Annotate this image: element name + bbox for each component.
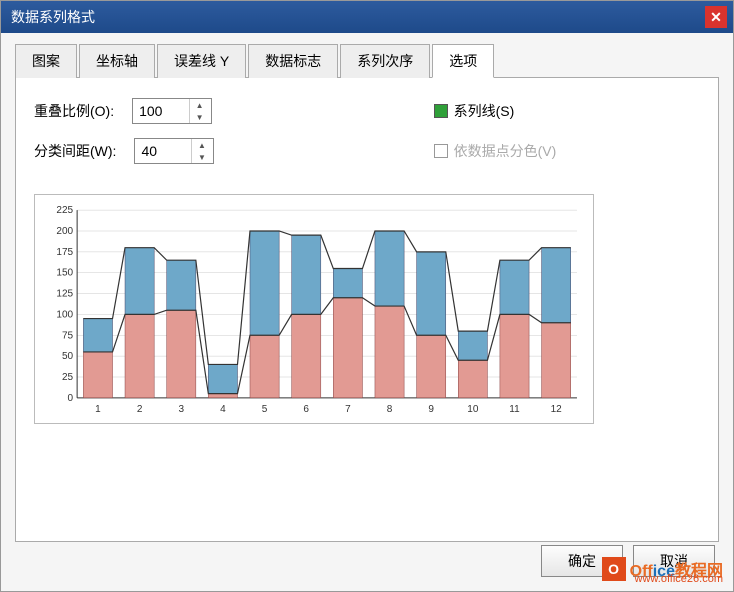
spinner-arrows: ▲ ▼ — [189, 99, 209, 123]
svg-text:2: 2 — [137, 404, 143, 415]
svg-text:25: 25 — [62, 372, 74, 383]
tab-pattern[interactable]: 图案 — [15, 44, 77, 78]
svg-text:50: 50 — [62, 351, 74, 362]
svg-text:75: 75 — [62, 330, 74, 341]
svg-text:7: 7 — [345, 404, 351, 415]
svg-text:125: 125 — [56, 289, 73, 300]
ok-button[interactable]: 确定 — [541, 545, 623, 577]
dialog-buttons: 确定 取消 — [541, 545, 715, 577]
overlap-label: 重叠比例(O): — [34, 101, 114, 121]
tab-axis[interactable]: 坐标轴 — [79, 44, 155, 78]
svg-text:175: 175 — [56, 247, 73, 258]
tab-series-order[interactable]: 系列次序 — [340, 44, 430, 78]
gap-down[interactable]: ▼ — [192, 151, 211, 163]
overlap-down[interactable]: ▼ — [190, 111, 209, 123]
vary-color-label: 依数据点分色(V) — [454, 141, 557, 161]
svg-text:6: 6 — [303, 404, 309, 415]
series-line-label: 系列线(S) — [454, 101, 515, 121]
vary-color-checkbox: 依数据点分色(V) — [434, 141, 557, 161]
gap-spinner[interactable]: ▲ ▼ — [134, 138, 214, 164]
series-line-checkbox[interactable]: 系列线(S) — [434, 101, 515, 121]
options-panel: 重叠比例(O): ▲ ▼ 系列线(S) — [15, 78, 719, 542]
cancel-button[interactable]: 取消 — [633, 545, 715, 577]
svg-text:1: 1 — [95, 404, 101, 415]
svg-text:0: 0 — [68, 393, 74, 404]
overlap-row: 重叠比例(O): ▲ ▼ 系列线(S) — [34, 98, 700, 124]
svg-text:100: 100 — [56, 309, 73, 320]
vary-color-box — [434, 144, 448, 158]
spinner-arrows: ▲ ▼ — [191, 139, 211, 163]
chart-svg: 0255075100125150175200225123456789101112 — [43, 201, 585, 419]
svg-text:150: 150 — [56, 268, 73, 279]
close-button[interactable]: ✕ — [705, 6, 727, 28]
tab-data-labels[interactable]: 数据标志 — [248, 44, 338, 78]
tab-options[interactable]: 选项 — [432, 44, 494, 78]
svg-text:200: 200 — [56, 226, 73, 237]
svg-text:8: 8 — [387, 404, 393, 415]
close-icon: ✕ — [710, 9, 722, 26]
gap-input[interactable] — [135, 141, 191, 161]
svg-text:225: 225 — [56, 205, 73, 216]
series-line-swatch — [434, 104, 448, 118]
gap-label: 分类间距(W): — [34, 141, 116, 161]
window-title: 数据系列格式 — [11, 7, 95, 27]
svg-text:3: 3 — [178, 404, 184, 415]
gap-row: 分类间距(W): ▲ ▼ 依数据点分色(V) — [34, 138, 700, 164]
tab-error-bars-y[interactable]: 误差线 Y — [157, 44, 246, 78]
content-area: 图案 坐标轴 误差线 Y 数据标志 系列次序 选项 重叠比例(O): ▲ ▼ — [1, 33, 733, 591]
titlebar: 数据系列格式 ✕ — [1, 1, 733, 33]
overlap-up[interactable]: ▲ — [190, 99, 209, 111]
overlap-spinner[interactable]: ▲ ▼ — [132, 98, 212, 124]
svg-text:11: 11 — [509, 404, 520, 415]
tab-strip: 图案 坐标轴 误差线 Y 数据标志 系列次序 选项 — [15, 43, 719, 78]
gap-up[interactable]: ▲ — [192, 139, 211, 151]
svg-text:12: 12 — [551, 404, 563, 415]
dialog-window: 数据系列格式 ✕ 图案 坐标轴 误差线 Y 数据标志 系列次序 选项 重叠比例(… — [0, 0, 734, 592]
svg-text:5: 5 — [262, 404, 268, 415]
overlap-input[interactable] — [133, 101, 189, 121]
svg-text:10: 10 — [467, 404, 479, 415]
svg-text:4: 4 — [220, 404, 226, 415]
chart-preview: 0255075100125150175200225123456789101112 — [34, 194, 594, 424]
svg-text:9: 9 — [428, 404, 434, 415]
